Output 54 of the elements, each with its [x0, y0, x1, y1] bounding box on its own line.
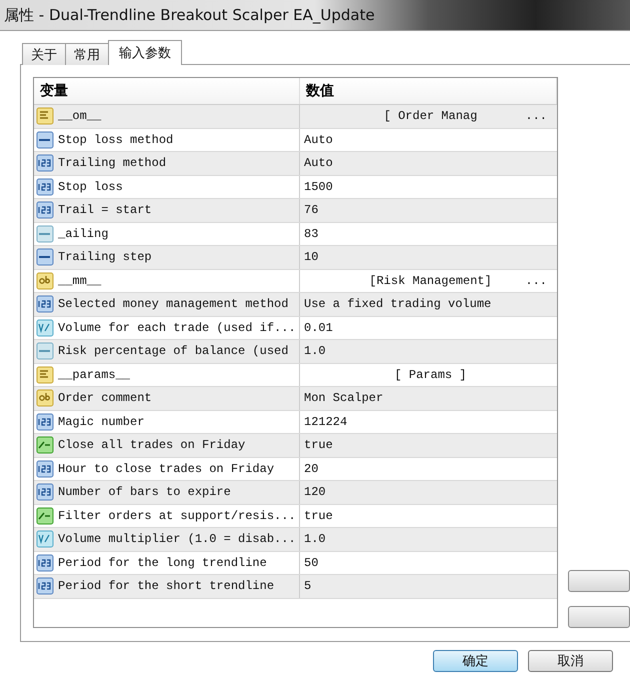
ok-button[interactable]: 确定: [433, 650, 518, 672]
parameter-value[interactable]: 1.0: [304, 532, 326, 546]
parameter-value[interactable]: 5: [304, 579, 312, 594]
parameter-value[interactable]: [ Params ]: [394, 368, 466, 382]
parameter-value[interactable]: 83: [304, 226, 318, 241]
parameter-value[interactable]: 120: [304, 485, 326, 500]
parameter-name: Risk percentage of balance (used: [58, 344, 288, 358]
parameter-value[interactable]: Auto: [304, 156, 333, 170]
parameter-value[interactable]: true: [304, 508, 333, 523]
parameter-value[interactable]: 20: [304, 462, 318, 476]
parameter-value[interactable]: 0.01: [304, 320, 333, 335]
parameter-name: __params__: [58, 368, 130, 382]
parameter-name: Volume multiplier (1.0 = disab...: [58, 532, 296, 546]
parameter-name: Volume for each trade (used if...: [58, 320, 296, 335]
parameter-name: Close all trades on Friday: [58, 438, 246, 452]
parameter-value[interactable]: 76: [304, 203, 318, 218]
tab[interactable]: 常用: [65, 43, 109, 65]
parameter-value[interactable]: Auto: [304, 132, 333, 147]
parameter-value[interactable]: Use a fixed trading volume: [304, 297, 492, 312]
column-header[interactable]: 数值: [300, 78, 557, 104]
parameter-value[interactable]: 10: [304, 250, 318, 264]
parameter-value[interactable]: [ Order Manag: [384, 109, 478, 124]
load-button[interactable]: [568, 570, 630, 592]
parameter-name: Period for the long trendline: [58, 556, 267, 570]
parameter-value[interactable]: Mon Scalper: [304, 391, 384, 406]
parameter-name: Number of bars to expire: [58, 485, 231, 500]
parameter-name: Filter orders at support/resis...: [58, 508, 296, 523]
parameter-name: __om__: [58, 109, 102, 124]
parameter-value[interactable]: 1.0: [304, 344, 326, 358]
tab[interactable]: 输入参数: [108, 40, 182, 65]
parameter-name: Trailing method: [58, 156, 166, 170]
parameter-value[interactable]: true: [304, 438, 333, 452]
parameter-name: _ailing: [58, 226, 108, 241]
parameter-value[interactable]: 121224: [304, 414, 348, 429]
parameter-name: __mm__: [58, 274, 102, 288]
parameter-name: Trail = start: [58, 203, 152, 218]
save-button[interactable]: [568, 606, 630, 628]
parameter-name: Stop loss method: [58, 132, 174, 147]
parameter-value[interactable]: 50: [304, 556, 318, 570]
parameter-name: Trailing step: [58, 250, 152, 264]
parameter-name: Selected money management method: [58, 297, 288, 312]
ellipsis-button[interactable]: ...: [525, 274, 547, 288]
cancel-button[interactable]: 取消: [528, 650, 613, 672]
parameter-name: Magic number: [58, 414, 144, 429]
parameter-name: Order comment: [58, 391, 152, 406]
tab[interactable]: 关于: [22, 43, 66, 65]
parameter-name: Period for the short trendline: [58, 579, 274, 594]
window-title: 属性 - Dual-Trendline Breakout Scalper EA_Update: [4, 6, 375, 24]
parameter-value[interactable]: [Risk Management]: [369, 274, 492, 288]
parameter-value[interactable]: 1500: [304, 180, 333, 194]
parameter-name: Hour to close trades on Friday: [58, 462, 274, 476]
parameter-name: Stop loss: [58, 180, 123, 194]
column-header[interactable]: 变量: [34, 78, 300, 104]
ellipsis-button[interactable]: ...: [525, 109, 547, 124]
